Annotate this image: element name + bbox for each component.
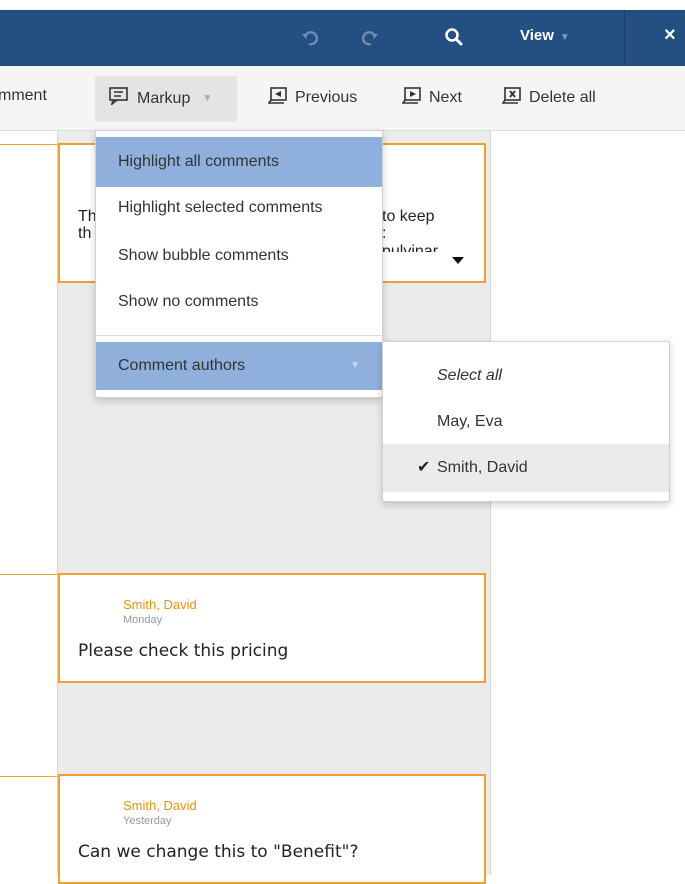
view-menu-button[interactable]: View ▼ [520,27,570,44]
comment-author: Smith, David [123,798,197,813]
previous-label: Previous [295,89,358,106]
select-all-option[interactable]: Select all [383,352,669,400]
next-icon [401,87,422,109]
comment-text-fragment: to keep [382,208,435,225]
markup-dropdown-menu: Highlight all comments Highlight selecte… [95,130,383,398]
expand-caret-icon[interactable] [452,257,464,264]
chevron-down-icon: ▼ [559,32,570,43]
undo-icon[interactable] [300,28,320,48]
next-label: Next [429,89,462,106]
menu-item-comment-authors[interactable]: Comment authors ▼ [96,342,382,390]
previous-button[interactable]: Previous [267,87,358,109]
close-button[interactable]: × [664,24,676,47]
search-icon[interactable] [444,27,464,47]
delete-all-label: Delete all [529,89,596,106]
author-option-smith-david[interactable]: ✔ Smith, David [383,444,669,492]
menu-item-show-bubble[interactable]: Show bubble comments [96,231,382,281]
author-option-may-eva[interactable]: May, Eva [383,398,669,446]
menu-divider [96,335,382,336]
markup-label: Markup [137,89,191,107]
top-bar: View ▼ × [0,10,685,66]
comment-text: Please check this pricing [78,641,289,661]
comment-card[interactable]: Smith, David Monday Please check this pr… [58,573,486,683]
comment-timestamp: Yesterday [123,815,172,827]
comment-authors-label: Comment authors [118,357,246,374]
chevron-down-icon: ▼ [202,93,213,104]
comment-timestamp: Monday [123,614,163,626]
checkmark-icon: ✔ [417,459,431,476]
comment-anchor-line [0,776,57,777]
menu-item-highlight-selected[interactable]: Highlight selected comments [96,186,382,236]
markup-icon [109,87,129,110]
comment-anchor-line [0,574,57,575]
comment-authors-submenu: Select all May, Eva ✔ Smith, David [382,341,670,502]
comment-text-fragment: pulvinar [382,243,439,252]
delete-all-button[interactable]: Delete all [501,87,596,109]
author-name: Smith, David [437,459,528,476]
delete-icon [501,87,522,109]
review-toolbar: mment Markup ▼ Previous Next Delete all [0,66,685,131]
comment-text: Can we change this to "Benefit"? [78,842,359,862]
markup-button[interactable]: Markup ▼ [95,76,237,122]
divider [624,10,625,66]
document-page [0,131,58,875]
view-label: View [520,27,554,44]
comment-card[interactable]: Smith, David Yesterday Can we change thi… [58,774,486,884]
previous-icon [267,87,288,109]
comment-label: mment [0,87,47,104]
chevron-down-icon: ▼ [350,360,360,371]
comment-text-fragment: Th [78,208,97,225]
menu-item-show-none[interactable]: Show no comments [96,277,382,327]
redo-icon[interactable] [360,28,380,48]
author-name: May, Eva [437,413,503,430]
comment-author: Smith, David [123,597,197,612]
comment-anchor-line [0,144,57,145]
right-margin [491,131,685,875]
comment-button[interactable]: mment [0,87,47,105]
next-button[interactable]: Next [401,87,462,109]
comment-text-fragment: th [78,225,92,242]
menu-item-highlight-all[interactable]: Highlight all comments [96,137,382,187]
